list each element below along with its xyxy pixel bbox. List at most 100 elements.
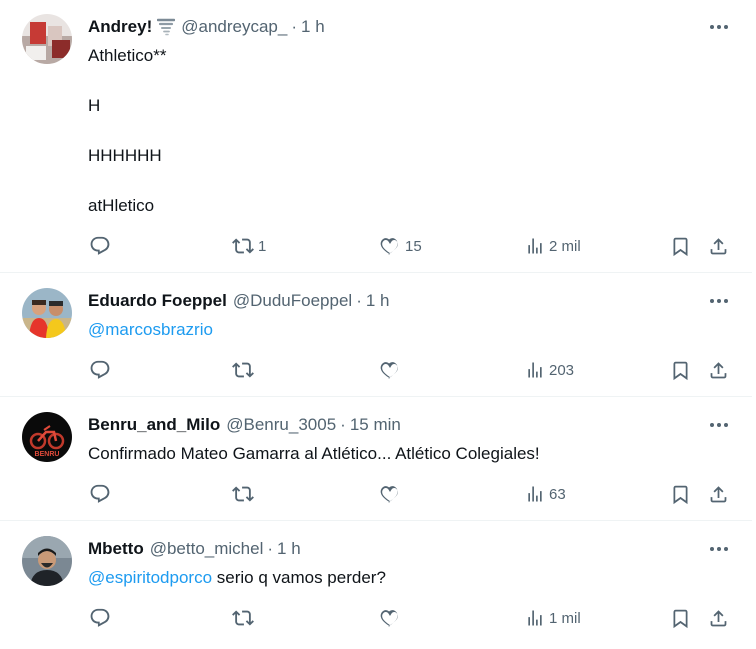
retweet-button[interactable] <box>232 479 258 509</box>
retweet-icon <box>232 610 254 626</box>
retweet-icon <box>232 486 254 502</box>
action-bar: 1 15 2 mil <box>0 231 752 261</box>
tornado-icon <box>157 17 176 37</box>
tweet-text-line: H <box>88 96 101 115</box>
avatar[interactable] <box>22 288 72 338</box>
mention-link[interactable]: @espiritodporco <box>88 568 212 587</box>
retweet-button[interactable] <box>232 603 258 633</box>
views-count: 2 mil <box>549 237 581 255</box>
tweet-2[interactable]: Eduardo Foeppel @DuduFoeppel · 1 h @marc… <box>0 274 752 397</box>
reply-icon <box>90 484 110 503</box>
reply-icon <box>90 236 110 255</box>
views-icon <box>528 362 542 378</box>
tweet-text-line: HHHHHH <box>88 146 162 165</box>
reply-icon <box>90 360 110 379</box>
retweet-button[interactable]: 1 <box>232 231 266 261</box>
share-button[interactable] <box>708 355 729 385</box>
reply-button[interactable] <box>89 603 115 633</box>
separator: · <box>291 17 298 36</box>
tweet-3[interactable]: BENRU Benru_and_Milo @Benru_3005 · 15 mi… <box>0 398 752 521</box>
bookmark-icon <box>673 485 688 504</box>
heart-icon <box>380 610 398 627</box>
heart-icon <box>380 238 398 255</box>
tweet-text: @espiritodporco serio q vamos perder? <box>88 567 386 589</box>
views-button[interactable]: 1 mil <box>525 603 581 633</box>
separator: · <box>356 291 362 310</box>
timestamp[interactable]: 1 h <box>301 16 325 38</box>
reply-icon <box>90 608 110 627</box>
reply-button[interactable] <box>89 231 115 261</box>
action-bar: 1 mil <box>0 603 752 633</box>
user-handle[interactable]: @Benru_3005 <box>226 414 336 436</box>
user-handle[interactable]: @betto_michel <box>150 538 264 560</box>
views-count: 1 mil <box>549 609 581 627</box>
user-handle[interactable]: @DuduFoeppel <box>233 290 352 312</box>
retweet-icon <box>232 238 254 254</box>
heart-icon <box>380 486 398 503</box>
tweet-1[interactable]: Andrey! @andreycap_ · 1 h Athletico** H … <box>0 0 752 273</box>
like-button[interactable] <box>379 603 405 633</box>
avatar[interactable]: BENRU <box>22 412 72 462</box>
action-bar: 203 <box>0 355 752 385</box>
views-count: 63 <box>549 485 566 503</box>
share-icon <box>710 485 727 502</box>
action-bar: 63 <box>0 479 752 509</box>
reply-button[interactable] <box>89 355 115 385</box>
retweet-count: 1 <box>258 237 267 255</box>
tweet-text-line: Athletico** <box>88 46 167 65</box>
views-button[interactable]: 2 mil <box>525 231 581 261</box>
views-button[interactable]: 63 <box>525 479 566 509</box>
tweet-header: Eduardo Foeppel @DuduFoeppel · 1 h <box>88 290 390 312</box>
mention-link[interactable]: @marcosbrazrio <box>88 320 213 339</box>
more-options-icon[interactable] <box>708 542 730 556</box>
like-button[interactable]: 15 <box>379 231 422 261</box>
more-options-icon[interactable] <box>708 20 730 34</box>
timestamp[interactable]: 1 h <box>366 290 390 312</box>
views-icon <box>528 610 542 626</box>
tweet-text-rest: serio q vamos perder? <box>212 568 386 587</box>
tweet-text: @marcosbrazrio <box>88 319 213 341</box>
separator: · <box>267 539 274 558</box>
timestamp[interactable]: 1 h <box>277 538 301 560</box>
tweet-text-line: atHletico <box>88 196 155 215</box>
bookmark-icon <box>673 609 688 628</box>
bookmark-button[interactable] <box>670 355 691 385</box>
tweet-header: Benru_and_Milo @Benru_3005 · 15 min <box>88 414 401 436</box>
views-button[interactable]: 203 <box>525 355 574 385</box>
heart-icon <box>380 362 398 379</box>
bookmark-icon <box>673 237 688 256</box>
views-icon <box>528 486 542 502</box>
separator: · <box>340 415 346 434</box>
like-button[interactable] <box>379 355 405 385</box>
tweet-4[interactable]: Mbetto @betto_michel · 1 h @espiritodpor… <box>0 522 752 649</box>
display-name[interactable]: Benru_and_Milo <box>88 414 220 436</box>
tweet-header: Mbetto @betto_michel · 1 h <box>88 538 301 560</box>
timestamp[interactable]: 15 min <box>350 414 401 436</box>
display-name[interactable]: Andrey! <box>88 16 152 38</box>
more-options-icon[interactable] <box>708 294 730 308</box>
share-icon <box>710 609 727 626</box>
bookmark-button[interactable] <box>670 231 691 261</box>
more-options-icon[interactable] <box>708 418 730 432</box>
user-handle[interactable]: @andreycap_ <box>181 16 287 38</box>
display-name[interactable]: Mbetto <box>88 538 144 560</box>
reply-button[interactable] <box>89 479 115 509</box>
bookmark-icon <box>673 361 688 380</box>
like-count: 15 <box>405 237 422 255</box>
reply-feed: Andrey! @andreycap_ · 1 h Athletico** H … <box>0 0 756 649</box>
share-icon <box>710 361 727 378</box>
share-button[interactable] <box>708 479 729 509</box>
like-button[interactable] <box>379 479 405 509</box>
share-button[interactable] <box>708 603 729 633</box>
avatar-logo-text: BENRU <box>35 451 60 458</box>
avatar[interactable] <box>22 14 72 64</box>
share-button[interactable] <box>708 231 729 261</box>
retweet-button[interactable] <box>232 355 258 385</box>
tweet-text: Confirmado Mateo Gamarra al Atlético... … <box>88 444 540 463</box>
display-name[interactable]: Eduardo Foeppel <box>88 290 227 312</box>
views-count: 203 <box>549 361 575 379</box>
bookmark-button[interactable] <box>670 479 691 509</box>
avatar[interactable] <box>22 536 72 586</box>
bookmark-button[interactable] <box>670 603 691 633</box>
share-icon <box>710 237 727 254</box>
